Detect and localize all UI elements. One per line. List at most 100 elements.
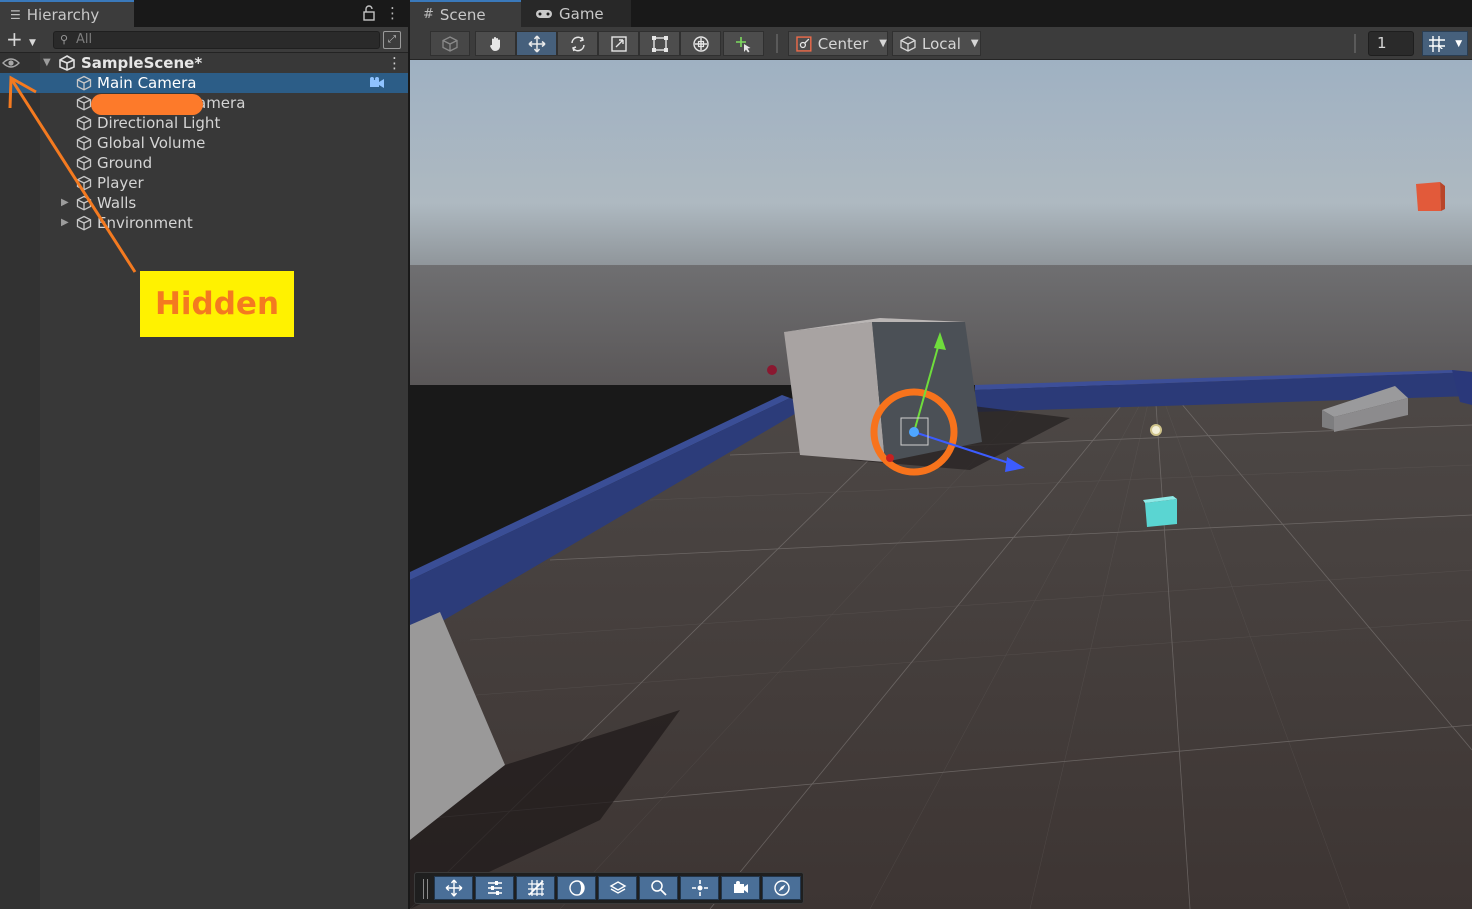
hierarchy-item[interactable]: ▶ Environment xyxy=(0,213,408,233)
cyan-box xyxy=(1145,499,1177,527)
gameobject-cube-icon xyxy=(76,135,92,151)
cube-view-icon xyxy=(442,35,458,52)
scale-icon xyxy=(610,35,627,52)
scene-viewport[interactable] xyxy=(410,60,1472,909)
scene-panel: # Scene Game Center ▼ Local ▼ 1 ▼ xyxy=(410,0,1472,909)
hierarchy-item-label: Directional Light xyxy=(97,114,221,132)
overlay-grid-button[interactable] xyxy=(516,876,555,900)
compass-icon xyxy=(773,880,790,896)
list-icon: ☰ xyxy=(10,7,21,22)
pivot-rotation-dropdown[interactable]: Local ▼ xyxy=(892,31,981,56)
scene-toolbar: Center ▼ Local ▼ xyxy=(410,27,1472,60)
custom-tool-button[interactable] xyxy=(723,31,764,56)
foldout-expanded-icon[interactable]: ▼ xyxy=(43,53,51,73)
pivot-mode-dropdown[interactable]: Center ▼ xyxy=(788,31,888,56)
red-sphere xyxy=(767,365,777,375)
rect-tool-button[interactable] xyxy=(639,31,680,56)
overlay-orientation-button[interactable] xyxy=(680,876,719,900)
search-input[interactable]: ⚲ All xyxy=(53,31,380,49)
foldout-collapsed-icon[interactable]: ▶ xyxy=(61,193,69,213)
overlay-compass-button[interactable] xyxy=(762,876,801,900)
scene-row[interactable]: ▼ SampleScene* ⋮ xyxy=(0,53,408,73)
camera-component-icon[interactable] xyxy=(368,75,386,91)
tab-scene-label: Scene xyxy=(439,5,486,24)
chevron-down-icon: ▼ xyxy=(1455,38,1463,49)
gamepad-icon xyxy=(536,9,552,18)
overlay-camera-button[interactable] xyxy=(721,876,760,900)
overlay-move-button[interactable] xyxy=(434,876,473,900)
camera-gizmo xyxy=(909,427,919,437)
hierarchy-tab-label: Hierarchy xyxy=(26,5,100,24)
scene-picker-icon[interactable]: ⤢ xyxy=(383,31,401,49)
hierarchy-item[interactable]: Directional Light xyxy=(0,113,408,133)
view-tool-button[interactable] xyxy=(430,31,470,56)
hierarchy-item[interactable]: Ground xyxy=(0,153,408,173)
grid-snap-icon xyxy=(1428,35,1445,52)
overlay-shading-button[interactable] xyxy=(557,876,596,900)
overlay-search-button[interactable] xyxy=(639,876,678,900)
hierarchy-tab[interactable]: ☰ Hierarchy xyxy=(0,0,134,27)
toolbar-separator xyxy=(776,34,778,53)
transform-tool-button[interactable] xyxy=(680,31,721,56)
overlay-toolbar xyxy=(414,872,804,904)
hierarchy-item-label: Ground xyxy=(97,154,153,172)
hierarchy-panel: ☰ Hierarchy ⋮ + ▼ ⚲ All ⤢ ▼ SampleScene*… xyxy=(0,0,408,909)
tab-game-label: Game xyxy=(559,4,604,23)
transform-icon xyxy=(692,35,709,52)
pivot-mode-label: Center xyxy=(817,34,869,53)
orange-box xyxy=(1416,182,1441,211)
redaction-mark xyxy=(91,94,203,115)
grid-toggle-icon xyxy=(527,880,544,896)
foldout-collapsed-icon[interactable]: ▶ xyxy=(61,213,69,233)
gameobject-cube-icon xyxy=(76,195,92,211)
hierarchy-item-label: Player xyxy=(97,174,144,192)
hierarchy-item[interactable]: amera xyxy=(0,93,408,113)
scene-menu-icon[interactable]: ⋮ xyxy=(387,53,402,73)
scale-tool-button[interactable] xyxy=(598,31,639,56)
hierarchy-item[interactable]: ▶ Walls xyxy=(0,193,408,213)
add-object-button[interactable]: + ▼ xyxy=(6,29,42,50)
scene-render xyxy=(410,60,1472,909)
hierarchy-tab-bar: ☰ Hierarchy ⋮ xyxy=(0,0,408,27)
hierarchy-item-label: Main Camera xyxy=(97,74,197,92)
panel-menu-icon[interactable]: ⋮ xyxy=(385,3,400,23)
sliders-icon xyxy=(487,881,502,895)
lock-icon[interactable] xyxy=(362,4,376,22)
red-marker xyxy=(886,454,894,462)
layers-icon xyxy=(609,881,626,894)
hierarchy-item-label: Global Volume xyxy=(97,134,206,152)
chevron-down-icon: ▼ xyxy=(879,38,887,49)
custom-tool-icon xyxy=(735,36,750,52)
hidden-annotation-label: Hidden xyxy=(140,271,294,337)
grid-snapping-button[interactable]: ▼ xyxy=(1422,31,1468,56)
tab-game[interactable]: Game xyxy=(521,0,631,27)
unity-scene-icon xyxy=(59,55,75,71)
move-tool-button[interactable] xyxy=(516,31,557,56)
search-icon xyxy=(650,880,667,896)
move-icon xyxy=(528,35,545,52)
search-icon: ⚲ xyxy=(60,33,69,46)
hierarchy-item[interactable]: Global Volume xyxy=(0,133,408,153)
overlay-grip-handle[interactable] xyxy=(423,879,428,899)
shading-icon xyxy=(568,880,585,896)
hand-icon xyxy=(489,36,500,51)
rect-icon xyxy=(651,35,668,52)
pivot-center-icon xyxy=(796,35,812,52)
tab-scene[interactable]: # Scene xyxy=(410,0,521,27)
gameobject-cube-icon xyxy=(76,215,92,231)
gameobject-cube-icon xyxy=(76,75,92,91)
overlay-settings-button[interactable] xyxy=(475,876,514,900)
hierarchy-toolbar: + ▼ ⚲ All ⤢ xyxy=(0,27,408,53)
overlay-layers-button[interactable] xyxy=(598,876,637,900)
pivot-rotation-label: Local xyxy=(922,34,961,53)
move-icon xyxy=(445,879,462,897)
toolbar-separator xyxy=(1354,34,1356,53)
hierarchy-item[interactable]: Main Camera xyxy=(0,73,408,93)
hierarchy-tree: ▼ SampleScene* ⋮ Main Camera amera Directi… xyxy=(0,53,408,233)
rotate-tool-button[interactable] xyxy=(557,31,598,56)
local-space-icon xyxy=(900,35,916,52)
hand-tool-button[interactable] xyxy=(475,31,516,56)
hierarchy-item[interactable]: Player xyxy=(0,173,408,193)
orientation-icon xyxy=(691,880,708,896)
snap-increment-field[interactable]: 1 xyxy=(1368,31,1414,56)
